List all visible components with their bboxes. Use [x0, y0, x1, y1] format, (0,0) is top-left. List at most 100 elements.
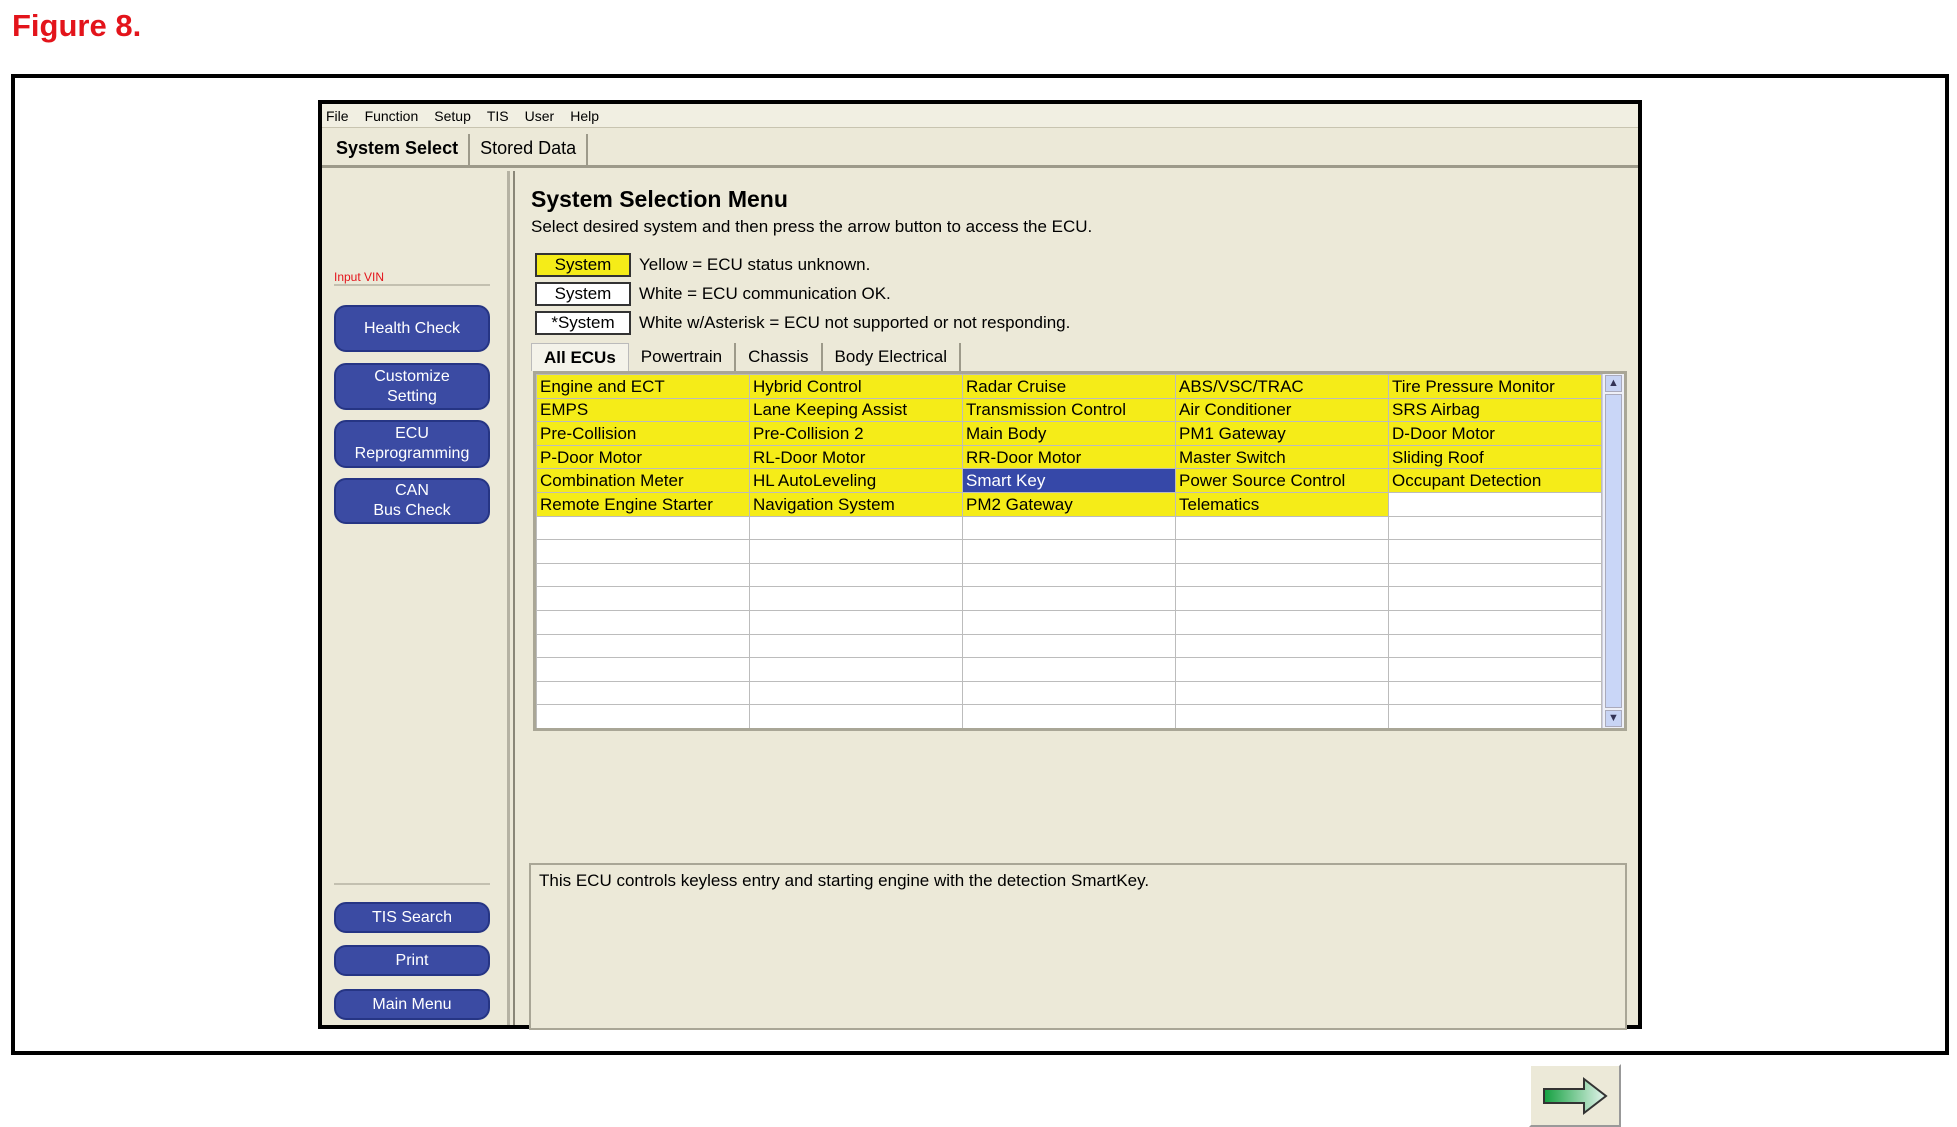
- scroll-up-icon[interactable]: ▲: [1605, 375, 1622, 392]
- ecu-cell[interactable]: P-Door Motor: [536, 444, 750, 470]
- menu-tis[interactable]: TIS: [487, 108, 509, 124]
- empty-cell: [749, 609, 963, 635]
- ecu-cell[interactable]: Smart Key: [962, 468, 1176, 493]
- empty-cell: [749, 586, 963, 611]
- menu-setup[interactable]: Setup: [434, 108, 471, 124]
- menu-help[interactable]: Help: [570, 108, 599, 124]
- ecu-cell[interactable]: Sliding Roof: [1388, 444, 1602, 470]
- empty-cell: [962, 609, 1176, 635]
- empty-cell: [1388, 562, 1602, 588]
- button-label: Health Check: [363, 319, 461, 337]
- ecu-cell[interactable]: Master Switch: [1175, 444, 1389, 470]
- ecu-cell[interactable]: Navigation System: [749, 491, 963, 517]
- empty-cell: [536, 609, 750, 635]
- divider: [334, 883, 490, 885]
- menu-function[interactable]: Function: [365, 108, 419, 124]
- button-label: Setting: [387, 387, 437, 405]
- main-menu-button[interactable]: Main Menu: [334, 989, 490, 1020]
- tab-all-ecus[interactable]: All ECUs: [531, 343, 629, 371]
- empty-cell: [536, 704, 750, 728]
- table-row: [536, 657, 1602, 682]
- table-row: Remote Engine Starter Navigation System PM…: [536, 491, 1602, 517]
- scroll-thumb[interactable]: [1605, 394, 1622, 708]
- ecu-cell[interactable]: Main Body: [962, 421, 1176, 446]
- menu-bar: File Function Setup TIS User Help: [322, 104, 1638, 128]
- can-bus check-button[interactable]: CAN Bus Check: [334, 478, 490, 524]
- ecu-reprogramming-button[interactable]: ECU Reprogramming: [334, 420, 490, 468]
- tis-search-button[interactable]: TIS Search: [334, 902, 490, 933]
- empty-cell: [536, 633, 750, 659]
- print-button[interactable]: Print: [334, 945, 490, 976]
- ecu-cell[interactable]: Engine and ECT: [536, 374, 750, 399]
- empty-cell: [749, 680, 963, 706]
- empty-cell: [962, 539, 1176, 564]
- table-row: [536, 633, 1602, 659]
- table-row: [536, 609, 1602, 635]
- empty-cell: [1175, 633, 1389, 659]
- ecu-cell[interactable]: EMPS: [536, 397, 750, 423]
- empty-cell: [1175, 657, 1389, 682]
- empty-cell: [1388, 633, 1602, 659]
- ecu-cell[interactable]: HL AutoLeveling: [749, 468, 963, 493]
- ecu-cell[interactable]: D-Door Motor: [1388, 421, 1602, 446]
- ecu-cell[interactable]: Pre-Collision: [536, 421, 750, 446]
- empty-cell: [536, 657, 750, 682]
- table-row: [536, 539, 1602, 564]
- menu-file[interactable]: File: [326, 108, 349, 124]
- grid-scrollbar[interactable]: ▲ ▼: [1602, 374, 1624, 728]
- scroll-down-icon[interactable]: ▼: [1605, 710, 1622, 727]
- ecu-cell[interactable]: Hybrid Control: [749, 374, 963, 399]
- description-text: This ECU controls keyless entry and star…: [539, 871, 1150, 890]
- ecu-cell[interactable]: Pre-Collision 2: [749, 421, 963, 446]
- ecu-cell[interactable]: Power Source Control: [1175, 468, 1389, 493]
- legend-swatch: System: [535, 253, 631, 277]
- ecu-cell[interactable]: PM2 Gateway: [962, 491, 1176, 517]
- health check-button[interactable]: Health Check: [334, 305, 490, 352]
- ecu-category-tabs: All ECUs Powertrain Chassis Body Electrical: [531, 343, 961, 371]
- ecu-cell[interactable]: SRS Airbag: [1388, 397, 1602, 423]
- legend-text: White w/Asterisk = ECU not supported or …: [639, 313, 1071, 332]
- page-title: System Selection Menu: [531, 186, 788, 212]
- table-row: Engine and ECT Hybrid Control Radar Cruise…: [536, 374, 1602, 399]
- description-scrollbar[interactable]: [1605, 867, 1623, 1026]
- empty-cell: [1388, 609, 1602, 635]
- ecu-cell[interactable]: Radar Cruise: [962, 374, 1176, 399]
- empty-cell: [1388, 491, 1602, 517]
- empty-cell: [749, 657, 963, 682]
- tab-body-electrical[interactable]: Body Electrical: [823, 343, 961, 371]
- ecu-cell[interactable]: ABS/VSC/TRAC: [1175, 374, 1389, 399]
- ecu-cell[interactable]: Lane Keeping Assist: [749, 397, 963, 423]
- legend-row: System White = ECU communication OK.: [535, 282, 891, 306]
- ecu-cell[interactable]: PM1 Gateway: [1175, 421, 1389, 446]
- customize-setting-button[interactable]: Customize Setting: [334, 363, 490, 410]
- legend-swatch: System: [535, 282, 631, 306]
- empty-cell: [749, 562, 963, 588]
- table-row: [536, 562, 1602, 588]
- tab-stored-data[interactable]: Stored Data: [470, 134, 589, 165]
- ecu-cell[interactable]: Tire Pressure Monitor: [1388, 374, 1602, 399]
- empty-cell: [962, 704, 1176, 728]
- ecu-cell[interactable]: RR-Door Motor: [962, 444, 1176, 470]
- ecu-cell[interactable]: Transmission Control: [962, 397, 1176, 423]
- ecu-cell[interactable]: RL-Door Motor: [749, 444, 963, 470]
- tab-system-select[interactable]: System Select: [326, 134, 471, 165]
- input-vin-link[interactable]: Input VIN: [334, 270, 384, 284]
- tab-chassis[interactable]: Chassis: [736, 343, 823, 371]
- empty-cell: [1175, 704, 1389, 728]
- ecu-cell[interactable]: Remote Engine Starter: [536, 491, 750, 517]
- menu-user[interactable]: User: [525, 108, 555, 124]
- empty-cell: [962, 562, 1176, 588]
- ecu-cell[interactable]: Air Conditioner: [1175, 397, 1389, 423]
- empty-cell: [962, 515, 1176, 541]
- top-tabs: System Select Stored Data: [322, 128, 1638, 168]
- empty-cell: [536, 515, 750, 541]
- ecu-cell[interactable]: Telematics: [1175, 491, 1389, 517]
- ecu-cell[interactable]: Occupant Detection: [1388, 468, 1602, 493]
- empty-cell: [536, 539, 750, 564]
- empty-cell: [1175, 680, 1389, 706]
- next-arrow-button[interactable]: [1529, 1064, 1621, 1127]
- button-label: Customize: [374, 367, 450, 385]
- ecu-cell[interactable]: Combination Meter: [536, 468, 750, 493]
- tab-powertrain[interactable]: Powertrain: [629, 343, 737, 371]
- ecu-grid: Engine and ECT Hybrid Control Radar Cruise…: [533, 371, 1627, 731]
